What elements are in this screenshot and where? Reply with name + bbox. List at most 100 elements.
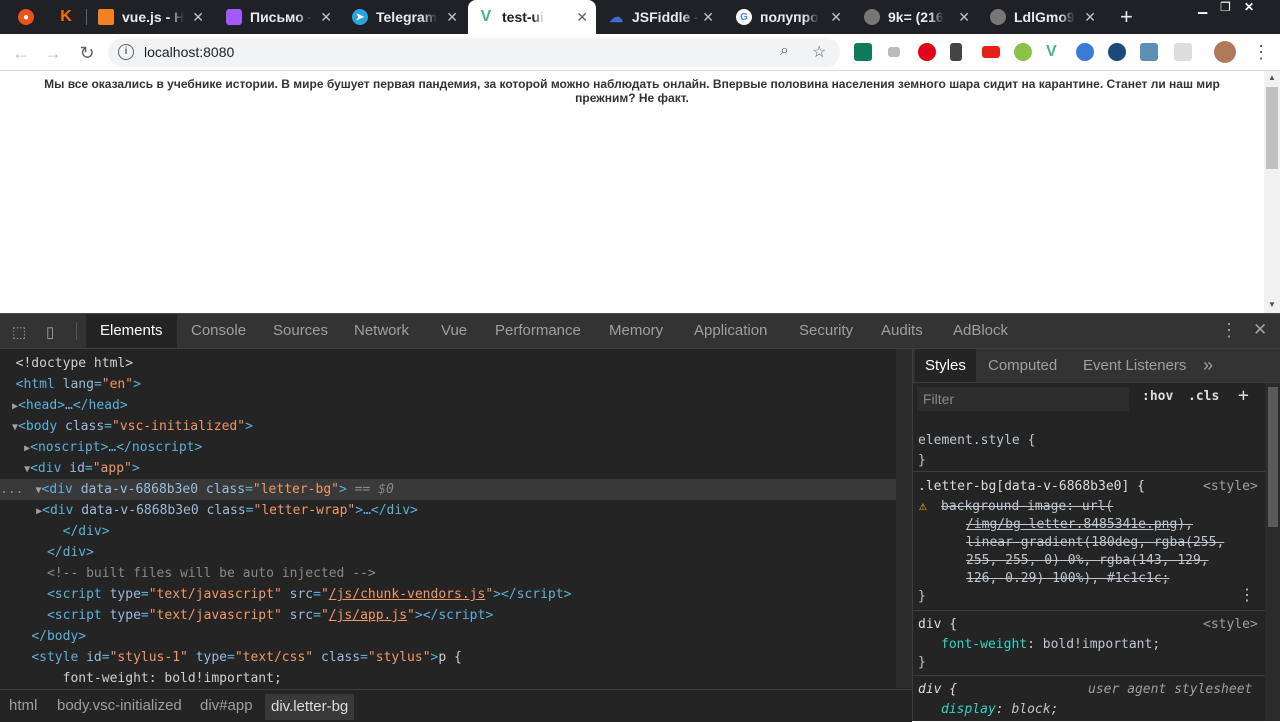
dom-scrollbar[interactable] <box>896 349 912 688</box>
close-icon[interactable]: ✕ <box>1084 9 1096 26</box>
tab-test-ui[interactable]: V test-ui ✕ <box>468 0 596 34</box>
extension-icon[interactable] <box>854 43 872 61</box>
new-tab-button[interactable]: + <box>1114 0 1144 34</box>
address-bar[interactable]: i localhost:8080 ⌕ ☆ <box>108 38 840 67</box>
extension-icon[interactable] <box>950 43 962 61</box>
breadcrumb-div-letter-bg[interactable]: div.letter-bg <box>265 694 355 720</box>
minimize-icon[interactable]: ▁ <box>1198 0 1207 14</box>
dom-node-close-div[interactable]: </div> <box>0 542 896 563</box>
menu-icon[interactable]: ⋮ <box>1252 42 1270 63</box>
breadcrumb-div-app[interactable]: div#app <box>200 697 253 714</box>
extension-icon[interactable] <box>1108 43 1126 61</box>
tab-sources[interactable]: Sources <box>273 314 328 348</box>
scroll-up-icon[interactable]: ▲ <box>1268 73 1276 82</box>
avatar[interactable] <box>1214 41 1236 63</box>
tab-event-listeners[interactable]: Event Listeners <box>1083 349 1186 382</box>
dom-node-script[interactable]: <script type="text/javascript" src="/js/… <box>0 584 896 605</box>
back-icon[interactable]: ← <box>10 42 32 64</box>
tab-console[interactable]: Console <box>191 314 246 348</box>
extension-icon[interactable] <box>1174 43 1192 61</box>
extension-icon[interactable] <box>982 46 1000 58</box>
tab-audits[interactable]: Audits <box>881 314 923 348</box>
zoom-icon[interactable]: ⌕ <box>780 42 789 60</box>
dom-node-letter-wrap[interactable]: ▶<div data-v-6868b3e0 class="letter-wrap… <box>0 500 896 521</box>
tab-image-2[interactable]: LdlGmo9 ✕ <box>980 0 1104 34</box>
tab-elements[interactable]: Elements <box>86 314 177 348</box>
more-tabs-icon[interactable]: » <box>1203 349 1213 382</box>
rule-menu-icon[interactable]: ⋮ <box>1239 586 1255 604</box>
tab-google[interactable]: G полупро ✕ <box>726 0 850 34</box>
tab-jsfiddle[interactable]: ☁ JSFiddle - ✕ <box>598 0 722 34</box>
rule-source-link[interactable]: <style> <box>1203 478 1258 496</box>
styles-filter-input[interactable]: Filter <box>917 387 1129 411</box>
close-devtools-icon[interactable]: ✕ <box>1253 320 1267 340</box>
class-toggle-button[interactable]: .cls <box>1188 389 1219 404</box>
rule-source-link[interactable]: <style> <box>1203 616 1258 634</box>
tab-1[interactable]: ● <box>8 0 48 34</box>
dom-node-noscript[interactable]: ▶<noscript>…</noscript> <box>0 437 896 458</box>
tab-vuejs[interactable]: vue.js - Н ✕ <box>88 0 212 34</box>
dom-node-close-body[interactable]: </body> <box>0 626 896 647</box>
breadcrumb-body[interactable]: body.vsc-initialized <box>57 697 182 714</box>
close-icon[interactable]: ✕ <box>576 9 588 26</box>
style-rule-ua-div[interactable]: div { user agent stylesheet display: blo… <box>913 680 1265 721</box>
extension-icon[interactable] <box>1140 43 1158 61</box>
dom-node-html[interactable]: <html lang="en"> <box>0 374 896 395</box>
vue-devtools-icon[interactable]: V <box>1046 43 1064 61</box>
tab-network[interactable]: Network <box>354 314 409 348</box>
style-rule-letter-bg[interactable]: .letter-bg[data-v-6868b3e0] { <style> ⚠ … <box>913 477 1265 611</box>
device-toolbar-icon[interactable]: ▯ <box>46 323 54 341</box>
tab-styles[interactable]: Styles <box>915 349 976 382</box>
tab-image-1[interactable]: 9k= (216 ✕ <box>854 0 978 34</box>
close-icon[interactable]: ✕ <box>830 9 842 26</box>
close-window-icon[interactable]: ✕ <box>1244 0 1254 14</box>
devtools-menu-icon[interactable]: ⋮ <box>1220 320 1238 341</box>
dom-node-body[interactable]: ▼<body class="vsc-initialized"> <box>0 416 896 437</box>
extension-icon[interactable] <box>1014 43 1032 61</box>
scroll-down-icon[interactable]: ▼ <box>1268 300 1276 309</box>
close-icon[interactable]: ✕ <box>958 9 970 26</box>
reload-icon[interactable]: ↻ <box>76 42 98 64</box>
dom-node-script[interactable]: <script type="text/javascript" src="/js/… <box>0 605 896 626</box>
tab-performance[interactable]: Performance <box>495 314 581 348</box>
dom-node-div-app[interactable]: ▼<div id="app"> <box>0 458 896 479</box>
info-icon[interactable]: i <box>118 44 134 60</box>
tab-computed[interactable]: Computed <box>988 349 1057 382</box>
dom-node-style-text[interactable]: font-weight: bold!important; <box>0 668 896 688</box>
dom-node-head[interactable]: ▶<head>…</head> <box>0 395 896 416</box>
inspect-element-icon[interactable]: ⬚ <box>12 323 26 341</box>
close-icon[interactable]: ✕ <box>192 9 204 26</box>
extension-icon[interactable] <box>1076 43 1094 61</box>
tab-application[interactable]: Application <box>694 314 767 348</box>
style-rule-div[interactable]: div { <style> font-weight: bold!importan… <box>913 615 1265 676</box>
extension-icon[interactable] <box>918 43 936 61</box>
dom-node-comment[interactable]: <!-- built files will be auto injected -… <box>0 563 896 584</box>
close-icon[interactable]: ✕ <box>446 9 458 26</box>
tab-2[interactable]: K <box>48 0 86 34</box>
dom-node-style[interactable]: <style id="stylus-1" type="text/css" cla… <box>0 647 896 668</box>
tab-letter[interactable]: Письмо - ✕ <box>216 0 340 34</box>
extension-icon[interactable] <box>888 47 900 57</box>
page-scrollbar[interactable]: ▲ ▼ <box>1264 71 1280 313</box>
dom-node-doctype[interactable]: <!doctype html> <box>0 353 896 374</box>
forward-icon[interactable]: → <box>42 42 64 64</box>
close-icon[interactable]: ✕ <box>320 9 332 26</box>
scroll-thumb[interactable] <box>1266 87 1278 169</box>
close-icon[interactable]: ✕ <box>702 9 714 26</box>
url-text[interactable]: localhost:8080 <box>144 44 234 60</box>
add-rule-icon[interactable]: + <box>1238 385 1249 406</box>
dom-node-close-div[interactable]: </div> <box>0 521 896 542</box>
tab-adblock[interactable]: AdBlock <box>953 314 1008 348</box>
style-rule-element[interactable]: element.style { } <box>913 431 1265 472</box>
bookmark-star-icon[interactable]: ☆ <box>812 42 826 62</box>
dom-tree[interactable]: <!doctype html> <html lang="en"> ▶<head>… <box>0 349 896 688</box>
tab-security[interactable]: Security <box>799 314 853 348</box>
breadcrumb-html[interactable]: html <box>9 697 37 714</box>
hover-state-button[interactable]: :hov <box>1142 389 1173 404</box>
tab-memory[interactable]: Memory <box>609 314 663 348</box>
tab-telegram[interactable]: ➤ Telegram ✕ <box>342 0 466 34</box>
restore-icon[interactable]: ❐ <box>1220 0 1231 14</box>
dom-node-letter-bg[interactable]: ... ▼<div data-v-6868b3e0 class="letter-… <box>0 479 896 500</box>
styles-scrollbar[interactable] <box>1265 383 1280 721</box>
tab-vue[interactable]: Vue <box>441 314 467 348</box>
